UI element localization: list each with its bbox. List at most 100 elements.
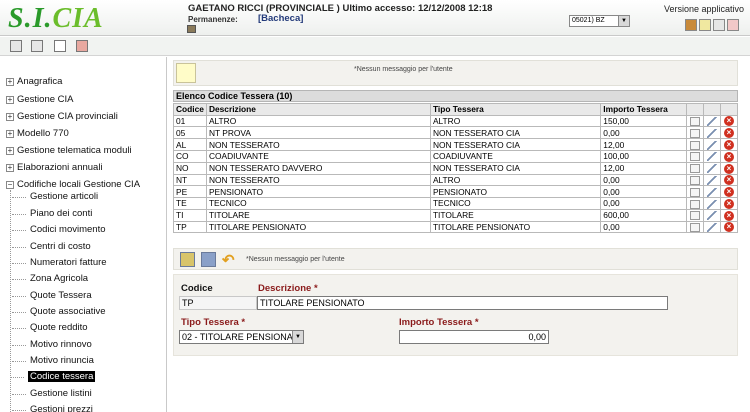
home-page-icon[interactable] [713, 19, 725, 31]
sidebar-sub-centri-costo[interactable]: Centri di costo [12, 241, 91, 252]
table-row[interactable]: NO NON TESSERATO DAVVERO NON TESSERATO CIA… [173, 161, 738, 175]
print-icon[interactable] [76, 40, 88, 52]
delete-icon[interactable]: × [720, 114, 738, 128]
message-box: *Nessun messaggio per l'utente [173, 60, 738, 86]
detail-icon[interactable] [686, 197, 705, 210]
sidebar-nav: + Anagrafica + Gestione CIA + Gestione CIA … [0, 57, 167, 412]
detail-icon[interactable] [686, 208, 705, 222]
table-row[interactable]: 05 NT PROVA NON TESSERATO CIA 0,00 × [173, 126, 738, 140]
delete-icon[interactable]: × [720, 208, 738, 222]
detail-icon[interactable] [686, 114, 705, 128]
undo-icon[interactable]: ↶ [222, 251, 235, 269]
sidebar-item-gestione-telematica[interactable]: + Gestione telematica moduli [6, 145, 132, 156]
col-header-codice[interactable]: Codice [173, 103, 207, 116]
sidebar-item-codifiche-locali[interactable]: − Codifiche locali Gestione CIA [6, 179, 140, 190]
expand-icon[interactable] [31, 40, 43, 52]
table-header-row: Codice Descrizione Tipo Tessera Importo … [173, 103, 738, 116]
edit-icon[interactable] [703, 161, 722, 175]
edit-icon[interactable] [703, 126, 722, 140]
col-header-descrizione[interactable]: Descrizione [205, 103, 431, 116]
edit-icon[interactable] [703, 220, 722, 234]
detail-icon[interactable] [686, 126, 705, 140]
edit-icon[interactable] [703, 173, 722, 187]
document-icon[interactable] [54, 40, 66, 52]
table-row[interactable]: TI TITOLARE TITOLARE 600,00 × [173, 208, 738, 222]
delete-icon[interactable]: × [720, 185, 738, 199]
sidebar-sub-quote-reddito[interactable]: Quote reddito [12, 322, 88, 333]
sidebar-item-modello-770[interactable]: + Modello 770 [6, 128, 69, 139]
detail-icon[interactable] [686, 149, 705, 163]
home-icon[interactable] [187, 25, 196, 33]
importo-tessera-field[interactable]: 0,00 [399, 330, 549, 344]
detail-icon[interactable] [686, 185, 705, 199]
sede-select[interactable]: 05021) BZ ▼ [569, 15, 630, 27]
col-header-edit [703, 103, 722, 116]
plus-icon: + [6, 77, 14, 86]
edit-icon[interactable] [703, 149, 722, 163]
delete-icon[interactable]: × [720, 173, 738, 187]
sidebar-sub-gestione-articoli[interactable]: Gestione articoli [11, 191, 98, 202]
user-info: GAETANO RICCI (PROVINCIALE ) Ultimo acce… [188, 3, 493, 14]
sidebar-sub-quote-associative[interactable]: Quote associative [12, 306, 106, 317]
collapse-icon[interactable] [10, 40, 22, 52]
sidebar-sub-quote-tessera[interactable]: Quote Tessera [12, 290, 92, 301]
sidebar-sub-motivo-rinuncia[interactable]: Motivo rinuncia [12, 355, 94, 366]
sidebar-item-elaborazioni-annuali[interactable]: + Elaborazioni annuali [6, 162, 103, 173]
sidebar-sub-codice-tessera[interactable]: Codice tessera [9, 371, 96, 382]
delete-icon[interactable]: × [720, 149, 738, 163]
descrizione-field[interactable]: TITOLARE PENSIONATO [257, 296, 668, 310]
save-icon[interactable] [180, 252, 195, 267]
table-row[interactable]: 01 ALTRO ALTRO 150,00 × [173, 114, 738, 128]
chevron-down-icon: ▼ [618, 16, 629, 26]
delete-icon[interactable]: × [720, 138, 738, 151]
sidebar-sub-motivo-rinnovo[interactable]: Motivo rinnovo [12, 339, 92, 350]
sidebar-item-anagrafica[interactable]: + Anagrafica [6, 76, 62, 87]
minus-icon: − [6, 180, 14, 189]
table-row[interactable]: TE TECNICO TECNICO 0,00 × [173, 197, 738, 210]
table-row[interactable]: CO COADIUVANTE COADIUVANTE 100,00 × [173, 149, 738, 163]
table-row[interactable]: PE PENSIONATO PENSIONATO 0,00 × [173, 185, 738, 199]
sidebar-sub-zona-agricola[interactable]: Zona Agricola [11, 273, 88, 284]
plus-icon: + [6, 163, 14, 172]
edit-icon[interactable] [703, 208, 722, 222]
delete-icon[interactable]: × [720, 161, 738, 175]
col-header-tipo-tessera[interactable]: Tipo Tessera [429, 103, 602, 116]
save-new-icon[interactable] [201, 252, 216, 267]
permanenze-value[interactable]: [Bacheca] [258, 13, 303, 24]
chevron-down-icon: ▼ [292, 331, 303, 343]
plus-icon: + [6, 129, 14, 138]
edit-icon[interactable] [703, 185, 722, 199]
tipo-tessera-select[interactable]: 02 - TITOLARE PENSIONATO ▼ [179, 330, 304, 344]
exit-icon[interactable] [727, 19, 739, 31]
app-logo: S.I.CIA [8, 3, 104, 34]
table-row[interactable]: AL NON TESSERATO NON TESSERATO CIA 12,00 × [173, 138, 738, 151]
edit-icon[interactable] [703, 197, 722, 210]
detail-icon[interactable] [686, 138, 705, 151]
plus-icon: + [6, 112, 14, 121]
delete-icon[interactable]: × [720, 220, 738, 234]
delete-icon[interactable]: × [720, 197, 738, 210]
detail-icon[interactable] [686, 161, 705, 175]
sidebar-item-gestione-cia-provinciali[interactable]: + Gestione CIA provinciali [6, 111, 118, 122]
sidebar-sub-numeratori-fatture[interactable]: Numeratori fatture [12, 257, 107, 268]
plus-icon: + [6, 95, 14, 104]
book-icon[interactable] [685, 19, 697, 31]
detail-icon[interactable] [686, 220, 705, 234]
col-header-detail [686, 103, 705, 116]
col-header-importo[interactable]: Importo Tessera [600, 103, 688, 116]
sidebar-sub-gestione-listini[interactable]: Gestione listini [12, 388, 92, 399]
help-icon[interactable] [699, 19, 711, 31]
edit-icon[interactable] [703, 114, 722, 128]
sidebar-sub-codici-movimento[interactable]: Codici movimento [12, 224, 106, 235]
note-icon [176, 63, 196, 83]
codice-field[interactable]: TP [179, 296, 257, 310]
table-row[interactable]: TP TITOLARE PENSIONATO TITOLARE PENSIONATO… [173, 220, 738, 234]
toolbar [0, 37, 750, 56]
sidebar-item-gestione-cia[interactable]: + Gestione CIA [6, 94, 74, 105]
sidebar-sub-gestioni-prezzi[interactable]: Gestioni prezzi [12, 404, 93, 412]
detail-icon[interactable] [686, 173, 705, 187]
sidebar-sub-piano-conti[interactable]: Piano dei conti [11, 208, 92, 219]
edit-icon[interactable] [703, 138, 722, 151]
table-row[interactable]: NT NON TESSERATO ALTRO 0,00 × [173, 173, 738, 187]
delete-icon[interactable]: × [720, 126, 738, 140]
